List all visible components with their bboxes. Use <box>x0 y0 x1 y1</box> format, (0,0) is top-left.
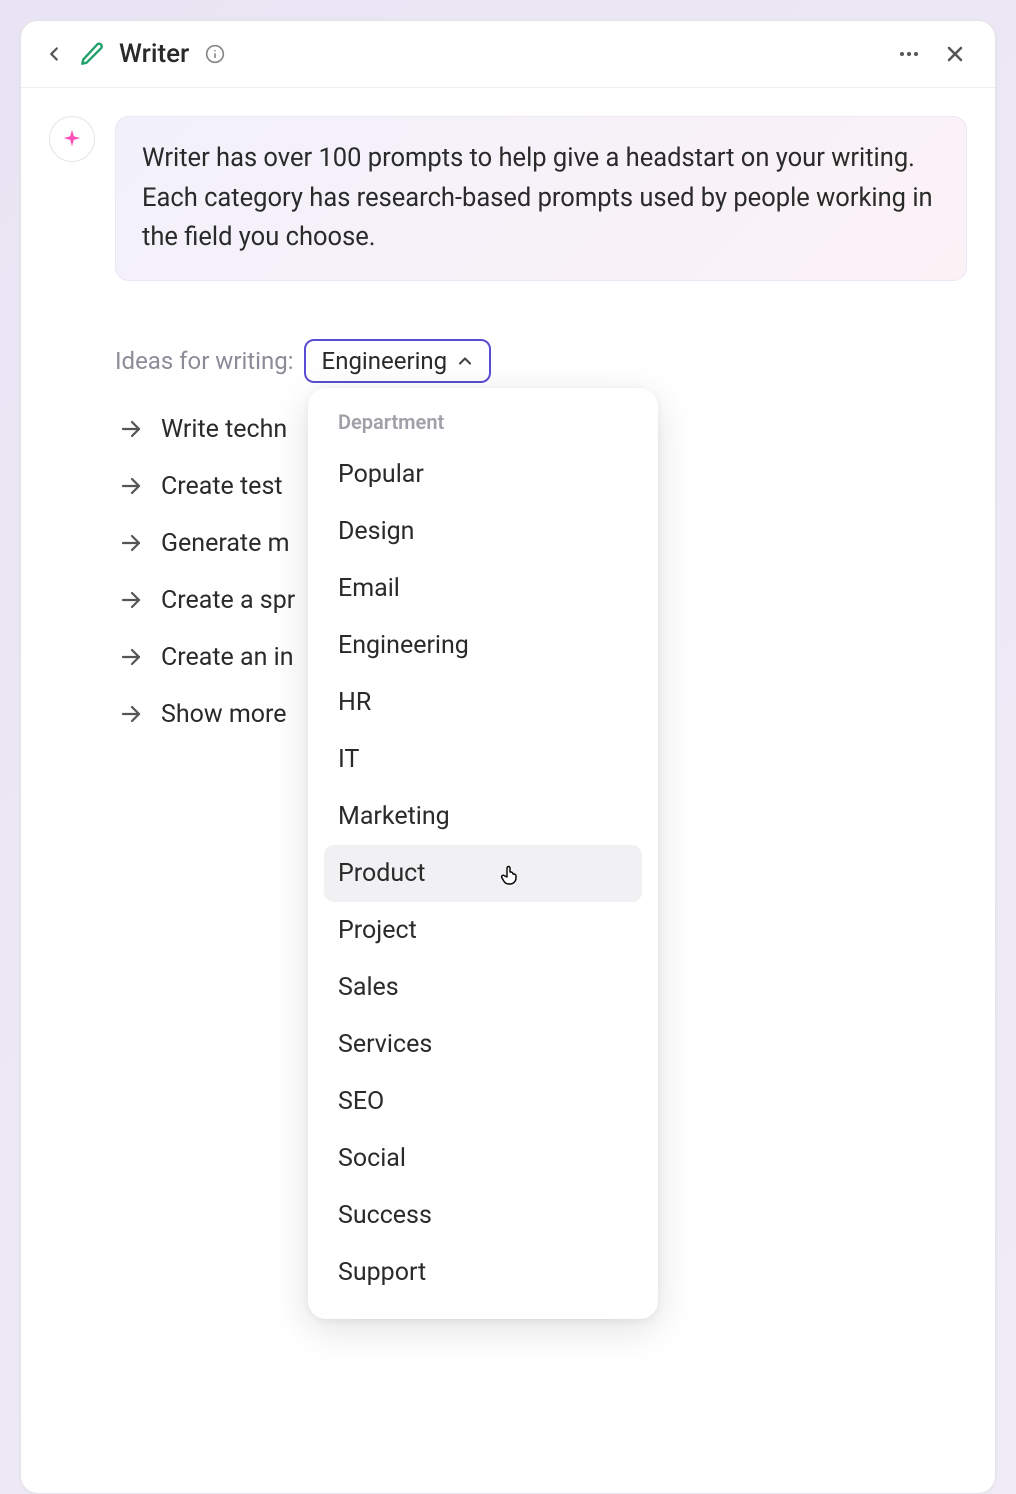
dropdown-item-label: Social <box>338 1144 406 1173</box>
dropdown-item-label: Support <box>338 1258 426 1287</box>
top-bar-left: Writer <box>43 39 225 69</box>
chevron-left-icon <box>43 43 65 65</box>
dropdown-item[interactable]: Success <box>324 1187 642 1244</box>
pencil-icon <box>79 41 105 67</box>
top-bar: Writer <box>21 21 995 88</box>
dropdown-item[interactable]: Social <box>324 1130 642 1187</box>
dropdown-item[interactable]: Support <box>324 1244 642 1301</box>
dropdown-item[interactable]: HR <box>324 674 642 731</box>
dropdown-header: Department <box>324 410 642 446</box>
dropdown-item-label: Product <box>338 859 425 888</box>
dropdown-item[interactable]: SEO <box>324 1073 642 1130</box>
dropdown-item[interactable]: Sales <box>324 959 642 1016</box>
ideas-label: Ideas for writing: <box>115 347 294 375</box>
close-icon <box>943 42 967 66</box>
category-select[interactable]: Engineering <box>304 339 492 383</box>
arrow-right-icon <box>119 588 143 612</box>
cursor-hand-icon <box>498 862 522 886</box>
dropdown-item[interactable]: Services <box>324 1016 642 1073</box>
arrow-right-icon <box>119 531 143 555</box>
dropdown-item-label: Project <box>338 916 417 945</box>
main-column: Writer has over 100 prompts to help give… <box>115 116 967 1493</box>
dropdown-item[interactable]: Popular <box>324 446 642 503</box>
top-bar-right <box>897 42 967 66</box>
arrow-right-icon <box>119 417 143 441</box>
writer-panel: Writer <box>20 20 996 1494</box>
dropdown-item[interactable]: Product <box>324 845 642 902</box>
prompt-item-label: Create test <box>161 472 283 501</box>
back-button[interactable] <box>43 43 65 65</box>
sparkle-icon <box>61 128 83 150</box>
chevron-up-icon <box>455 351 475 371</box>
dropdown-item[interactable]: Email <box>324 560 642 617</box>
dropdown-item-label: Engineering <box>338 631 469 660</box>
department-dropdown: Department Popular Design Email Engineering… <box>308 388 658 1319</box>
panel-title: Writer <box>119 39 189 69</box>
prompt-item-label: Create an in <box>161 643 294 672</box>
arrow-right-icon <box>119 702 143 726</box>
dropdown-item-label: Marketing <box>338 802 450 831</box>
close-button[interactable] <box>943 42 967 66</box>
dropdown-item-label: IT <box>338 745 359 774</box>
dropdown-item-label: HR <box>338 688 371 717</box>
ai-avatar <box>49 116 95 162</box>
dropdown-item[interactable]: Marketing <box>324 788 642 845</box>
dropdown-item-label: Services <box>338 1030 432 1059</box>
prompt-item-label: Generate m <box>161 529 290 558</box>
dropdown-item-label: Success <box>338 1201 432 1230</box>
intro-message: Writer has over 100 prompts to help give… <box>115 116 967 281</box>
content-area: Writer has over 100 prompts to help give… <box>21 88 995 1493</box>
avatar-column <box>49 116 97 1493</box>
prompt-item-label: Create a spr <box>161 586 295 615</box>
prompt-item-label: Show more <box>161 700 287 729</box>
dropdown-item[interactable]: Engineering <box>324 617 642 674</box>
dropdown-item[interactable]: Project <box>324 902 642 959</box>
prompt-item-label: Write techn <box>161 415 287 444</box>
category-select-value: Engineering <box>322 347 448 375</box>
dropdown-item-label: Email <box>338 574 400 603</box>
ellipsis-icon <box>897 42 921 66</box>
dropdown-item-label: SEO <box>338 1087 384 1116</box>
arrow-right-icon <box>119 474 143 498</box>
dropdown-item[interactable]: IT <box>324 731 642 788</box>
dropdown-item-label: Popular <box>338 460 424 489</box>
ideas-row: Ideas for writing: Engineering <box>115 339 967 383</box>
dropdown-item[interactable]: Design <box>324 503 642 560</box>
arrow-right-icon <box>119 645 143 669</box>
info-icon[interactable] <box>205 44 225 64</box>
dropdown-item-label: Design <box>338 517 415 546</box>
more-options-button[interactable] <box>897 42 921 66</box>
dropdown-item-label: Sales <box>338 973 399 1002</box>
